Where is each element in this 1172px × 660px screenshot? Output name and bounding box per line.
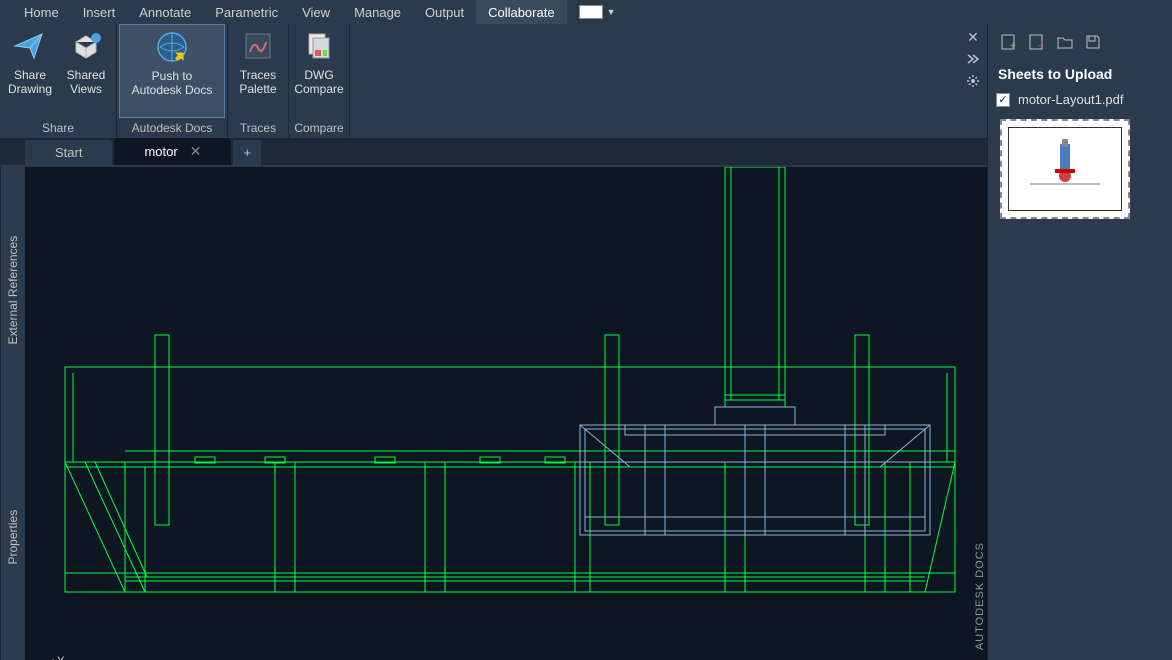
chevron-down-icon: ▼ (607, 7, 616, 17)
traces-palette-label: Traces Palette (236, 68, 280, 96)
svg-text:+: + (1010, 41, 1016, 51)
menu-manage[interactable]: Manage (342, 0, 413, 24)
ribbon-group-share-label: Share (2, 118, 114, 138)
remove-sheet-icon[interactable]: − (1026, 31, 1048, 53)
share-drawing-label: Share Drawing (8, 68, 52, 96)
axis-y-label: Y (57, 655, 65, 660)
svg-text:−: − (1038, 41, 1044, 51)
menu-bar: Home Insert Annotate Parametric View Man… (0, 0, 1172, 24)
menu-parametric[interactable]: Parametric (203, 0, 290, 24)
folder-icon[interactable] (1054, 31, 1076, 53)
menu-collaborate[interactable]: Collaborate (476, 0, 567, 24)
panel-toolbar: + − (988, 24, 1172, 60)
ribbon-group-share: Share Drawing Shared Views Share (0, 24, 117, 138)
panel-title: Sheets to Upload (988, 60, 1172, 88)
sheets-to-upload-panel: + − Sheets to Upload ✓ motor-Layout1.pdf (987, 24, 1172, 660)
menu-output[interactable]: Output (413, 0, 476, 24)
add-sheet-icon[interactable]: + (998, 31, 1020, 53)
globe-arrow-icon (154, 29, 190, 65)
traces-palette-button[interactable]: Traces Palette (230, 24, 286, 118)
cad-wireframe (25, 167, 965, 660)
menu-view[interactable]: View (290, 0, 342, 24)
ribbon-group-autodesk-docs-label: Autodesk Docs (119, 118, 225, 138)
dwg-compare-button[interactable]: DWG Compare (291, 24, 347, 118)
menu-insert[interactable]: Insert (71, 0, 128, 24)
shared-views-button[interactable]: Shared Views (58, 24, 114, 118)
share-plane-icon (12, 28, 48, 64)
autodesk-docs-vertical-label: AUTODESK DOCS (974, 542, 986, 650)
collapse-panel-button[interactable] (964, 50, 982, 68)
trace-squiggle-icon (240, 28, 276, 64)
share-drawing-button[interactable]: Share Drawing (2, 24, 58, 118)
sheet-thumbnail[interactable] (1000, 119, 1130, 219)
sheet-item: ✓ motor-Layout1.pdf (988, 88, 1172, 111)
plus-icon: + (243, 145, 251, 160)
tab-add[interactable]: + (233, 140, 261, 165)
ribbon-group-compare: DWG Compare Compare (289, 24, 350, 138)
sheet-checkbox[interactable]: ✓ (996, 93, 1010, 107)
close-icon[interactable]: ✕ (190, 143, 202, 160)
dwg-compare-label: DWG Compare (294, 68, 343, 96)
dwg-layers-icon (301, 28, 337, 64)
ribbon-group-autodesk-docs: Push to Autodesk Docs Autodesk Docs (117, 24, 228, 138)
menu-annotate[interactable]: Annotate (127, 0, 203, 24)
close-panel-button[interactable]: ✕ (964, 28, 982, 46)
sheet-filename: motor-Layout1.pdf (1018, 92, 1124, 107)
ribbon-group-traces: Traces Palette Traces (228, 24, 289, 138)
shared-views-label: Shared Views (64, 68, 108, 96)
layer-color-swatch[interactable]: ▼ (579, 5, 616, 19)
push-to-autodesk-docs-label: Push to Autodesk Docs (126, 69, 218, 97)
ribbon-group-traces-label: Traces (230, 118, 286, 138)
shared-cube-icon (68, 28, 104, 64)
menu-home[interactable]: Home (12, 0, 71, 24)
tab-start[interactable]: Start (25, 140, 112, 165)
save-icon[interactable] (1082, 31, 1104, 53)
panel-control-strip: ✕ (964, 24, 986, 94)
panel-settings-button[interactable] (964, 72, 982, 90)
tab-motor[interactable]: motor ✕ (114, 138, 231, 165)
color-swatch (579, 5, 603, 19)
properties-panel-tab[interactable]: Properties (0, 414, 25, 660)
tab-motor-label: motor (144, 144, 177, 159)
external-references-panel-tab[interactable]: External References (0, 167, 25, 414)
push-to-autodesk-docs-button[interactable]: Push to Autodesk Docs (119, 24, 225, 118)
tab-start-label: Start (55, 145, 82, 160)
ribbon-group-compare-label: Compare (291, 118, 347, 138)
